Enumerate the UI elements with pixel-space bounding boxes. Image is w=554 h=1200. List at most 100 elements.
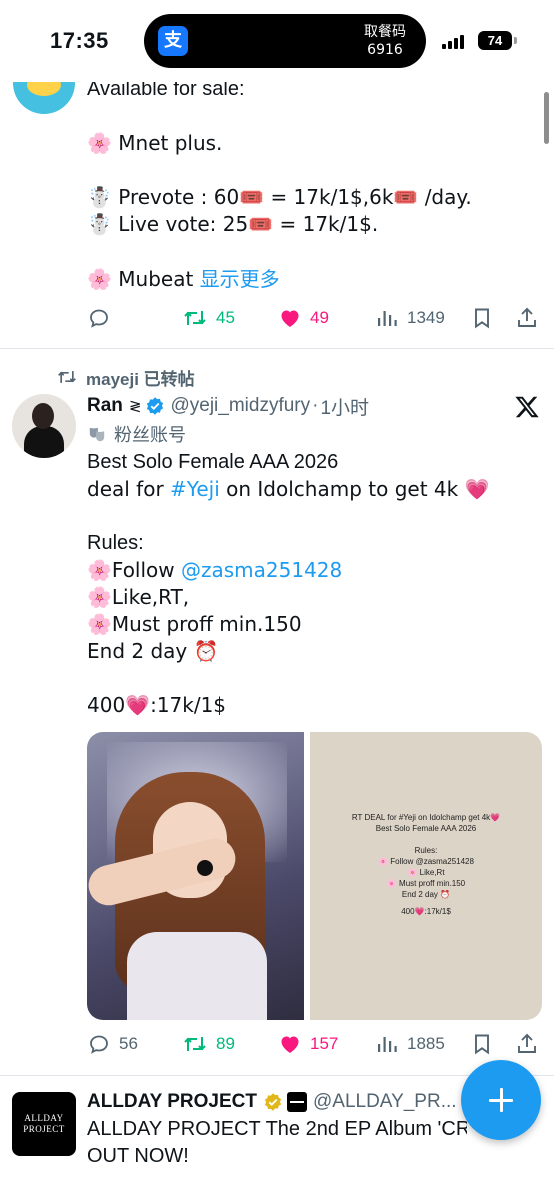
views-count: 1885 (407, 1034, 445, 1053)
tweet-actions: 56 89 157 1885 (87, 1029, 543, 1059)
tweet-text-line-last: 🌸 Mubeat 显示更多 (87, 266, 280, 293)
bookmark-icon (475, 1034, 489, 1055)
repost-button[interactable]: 45 (182, 303, 235, 333)
reply-button[interactable] (87, 303, 111, 333)
like-button[interactable]: 157 (278, 1029, 338, 1059)
bookmark-button[interactable] (471, 1029, 493, 1059)
dynamic-island[interactable]: 支 取餐码 6916 (144, 14, 426, 68)
island-title: 取餐码 (364, 24, 406, 40)
photo-text-line: Best Solo Female AAA 2026 (375, 824, 477, 833)
reply-icon (90, 1035, 108, 1054)
photo-text-line: End 2 day ⏰ (401, 890, 451, 899)
avatar-text: PROJECT (23, 1124, 65, 1134)
tweet-header: ALLDAY PROJECT @ALLDAY_PR... (87, 1088, 467, 1116)
repost-icon (184, 1037, 206, 1051)
tweet-text: 🌸Follow (87, 558, 181, 582)
status-bar: 17:35 支 取餐码 6916 74 (0, 0, 554, 82)
bookmark-icon (475, 308, 489, 329)
tweet-text-line: 400💗:17k/1$ (87, 693, 227, 717)
x-logo-icon[interactable] (514, 394, 540, 420)
photo-text-line: RT DEAL for #Yeji on Idolchamp get 4k💗 (351, 813, 501, 822)
tweet-text-line: ☃️ Live vote: 25🎟️ = 17k/1$. (87, 212, 379, 236)
like-button[interactable]: 49 (278, 303, 329, 333)
signal-icon (442, 33, 468, 49)
views-icon (378, 1037, 397, 1052)
tweet-photo[interactable] (87, 732, 304, 1020)
views-button[interactable]: 1349 (375, 303, 445, 333)
tweet-text: deal for (87, 477, 171, 501)
reply-count: 56 (119, 1034, 138, 1053)
tweet-text-line: 🌸Follow @zasma251428 (87, 557, 342, 584)
show-more-link[interactable]: 显示更多 (200, 267, 280, 291)
mention-link[interactable]: @zasma251428 (181, 558, 342, 582)
tweet-header: Ran ≷ @yeji_midzyfury · 1小时 (87, 392, 369, 420)
island-code: 6916 (367, 42, 403, 58)
repost-icon (184, 311, 206, 325)
tweet-text: on Idolchamp to get 4k 💗 (219, 477, 490, 501)
views-count: 1349 (407, 308, 445, 327)
share-button[interactable] (515, 303, 539, 333)
status-time: 17:35 (50, 28, 109, 53)
like-count: 157 (310, 1034, 339, 1053)
timestamp[interactable]: 1小时 (320, 393, 369, 420)
tweet-text-line: deal for #Yeji on Idolchamp to get 4k 💗 (87, 476, 489, 503)
tweet-text-line: End 2 day ⏰ (87, 639, 219, 663)
name-symbol: ≷ (128, 398, 142, 415)
separator: · (312, 395, 319, 416)
photo-text-line: 🌸 Follow @zasma251428 (378, 857, 474, 866)
tweet-text-line: OUT NOW! (87, 1145, 189, 1167)
affiliate-badge-icon (286, 1092, 307, 1112)
tweet-text-line: 🌸Like,RT, (87, 585, 190, 609)
theater-masks-icon (89, 427, 105, 442)
repost-count: 45 (216, 308, 235, 327)
scrollbar[interactable] (544, 92, 549, 144)
hashtag-link[interactable]: #Yeji (170, 477, 220, 501)
divider (0, 348, 554, 349)
alipay-icon: 支 (158, 26, 188, 56)
tweet-text-line: Rules: (87, 532, 144, 554)
island-live-activity: 取餐码 6916 (364, 23, 406, 59)
like-count: 49 (310, 308, 329, 327)
handle[interactable]: @ALLDAY_PR... (313, 1091, 457, 1113)
reply-button[interactable]: 56 (87, 1029, 138, 1059)
tweet-text-line: ALLDAY PROJECT The 2nd EP Album 'CRA (87, 1118, 467, 1140)
avatar[interactable] (12, 394, 76, 458)
verified-badge-icon (147, 397, 164, 415)
reply-icon (90, 309, 108, 328)
bookmark-button[interactable] (471, 303, 493, 333)
views-button[interactable]: 1885 (375, 1029, 445, 1059)
display-name[interactable]: ALLDAY PROJECT (87, 1091, 257, 1113)
tweet-text-line: 🌸 Mnet plus. (87, 131, 223, 155)
photo-text-line: 🌸 Must proff min.150 (386, 879, 466, 888)
repost-context[interactable]: mayeji 已转帖 (56, 365, 195, 389)
display-name[interactable]: Ran (87, 395, 123, 417)
fan-account-label: 粉丝账号 (88, 422, 186, 446)
battery-tip (514, 37, 517, 44)
tweet-text-line: 🌸Must proff min.150 (87, 612, 302, 636)
views-icon (378, 311, 397, 326)
tweet-photo[interactable]: RT DEAL for #Yeji on Idolchamp get 4k💗 B… (310, 732, 542, 1020)
share-icon (518, 1033, 536, 1053)
photo-text: RT DEAL for #Yeji on Idolchamp get 4k💗 B… (310, 812, 542, 917)
handle[interactable]: @yeji_midzyfury (170, 395, 310, 417)
battery-icon: 74 (478, 31, 512, 50)
compose-button[interactable] (461, 1060, 541, 1140)
repost-count: 89 (216, 1034, 235, 1053)
avatar[interactable]: ALLDAY PROJECT (12, 1092, 76, 1156)
repost-context-label: mayeji 已转帖 (86, 369, 195, 389)
photo-text-line: 🌸 Like,Rt (407, 868, 445, 877)
avatar-text: ALLDAY (24, 1113, 64, 1123)
share-icon (518, 307, 536, 327)
tweet-actions: 45 49 1349 (87, 303, 543, 333)
share-button[interactable] (515, 1029, 539, 1059)
tweet-text-line: ☃️ Prevote : 60🎟️ = 17k/1$,6k🎟️ /day. (87, 185, 472, 209)
heart-icon (281, 1036, 299, 1053)
tweet-text-line: Best Solo Female AAA 2026 (87, 451, 339, 473)
fan-label-text: 粉丝账号 (114, 425, 186, 445)
photo-text-line: Rules: (414, 846, 438, 855)
heart-icon (281, 310, 299, 327)
repost-icon (58, 371, 76, 383)
repost-button[interactable]: 89 (182, 1029, 235, 1059)
tweet-text: 🌸 Mubeat (87, 267, 194, 291)
gold-verified-badge-icon (264, 1093, 282, 1111)
